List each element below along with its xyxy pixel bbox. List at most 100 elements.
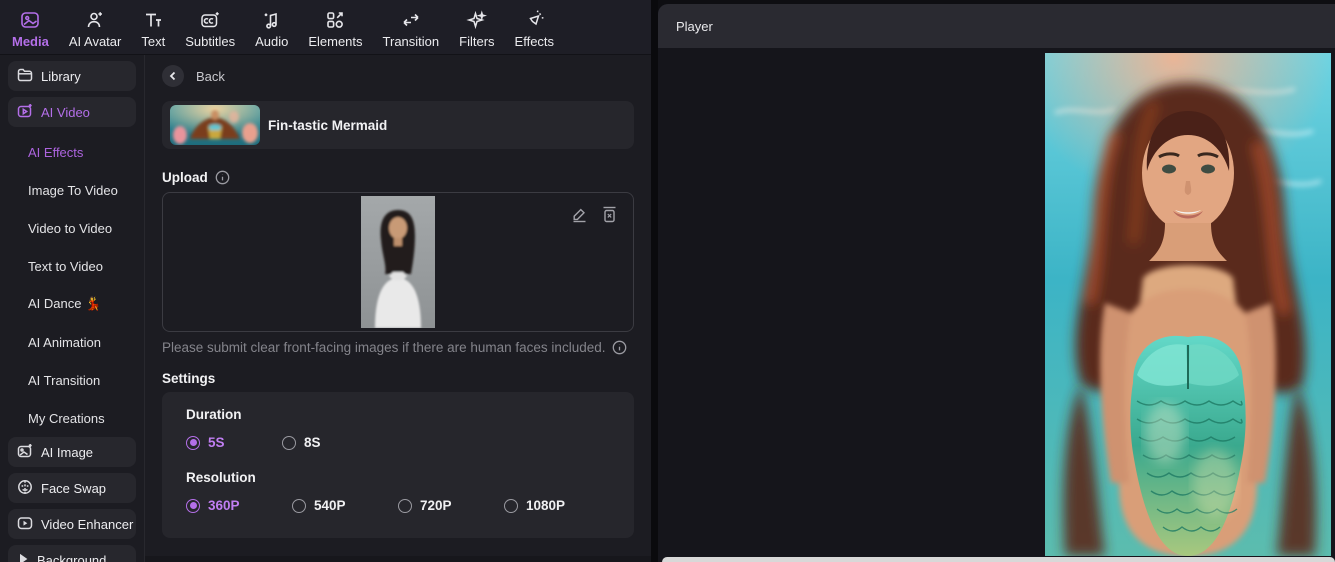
player-panel: Player	[658, 4, 1335, 562]
sidebar-item-background[interactable]: Background	[8, 545, 136, 562]
resolution-option-360p[interactable]: 360P	[186, 498, 292, 513]
info-icon[interactable]	[215, 170, 230, 185]
video-enhancer-icon	[17, 515, 33, 534]
sidebar-item-ai-image[interactable]: AI Image	[8, 437, 136, 467]
face-swap-icon	[17, 479, 33, 498]
radio-unchecked-icon	[282, 436, 296, 450]
player-pane: Player	[658, 0, 1335, 562]
sidebar-item-text-to-video[interactable]: Text to Video	[0, 247, 144, 285]
upload-actions	[571, 206, 618, 223]
tab-label: Transition	[383, 34, 440, 49]
upload-dropzone[interactable]	[162, 192, 634, 332]
text-icon	[142, 9, 164, 31]
subtitles-icon	[199, 9, 221, 31]
tab-label: Effects	[515, 34, 555, 49]
sidebar-item-label: Image To Video	[28, 183, 118, 198]
resolution-label: Resolution	[186, 470, 610, 485]
sidebar-item-label: Text to Video	[28, 259, 103, 274]
player-title: Player	[676, 19, 713, 34]
sidebar-item-ai-animation[interactable]: AI Animation	[0, 323, 144, 361]
resolution-options: 360P 540P 720P 1080P	[186, 498, 610, 513]
tab-label: Filters	[459, 34, 494, 49]
sidebar-item-label: AI Image	[41, 445, 93, 460]
effects-icon	[523, 9, 545, 31]
duration-label: Duration	[186, 407, 610, 422]
resolution-option-1080p[interactable]: 1080P	[504, 498, 610, 513]
radio-unchecked-icon	[398, 499, 412, 513]
video-preview[interactable]	[1045, 53, 1331, 556]
folder-icon	[17, 67, 33, 86]
tab-transition[interactable]: Transition	[373, 0, 450, 54]
delete-icon[interactable]	[601, 206, 618, 223]
sidebar-item-ai-dance[interactable]: AI Dance 💃	[0, 285, 144, 323]
radio-checked-icon	[186, 499, 200, 513]
sidebar-item-label: AI Animation	[28, 335, 101, 350]
upload-header: Upload	[162, 170, 634, 185]
settings-title: Settings	[162, 371, 215, 386]
sidebar-item-label: Face Swap	[41, 481, 106, 496]
tab-ai-avatar[interactable]: AI Avatar	[59, 0, 132, 54]
template-card[interactable]: Fin-tastic Mermaid	[162, 101, 634, 149]
resolution-option-540p[interactable]: 540P	[292, 498, 398, 513]
transition-icon	[400, 9, 422, 31]
tab-text[interactable]: Text	[131, 0, 175, 54]
back-button[interactable]	[162, 65, 184, 87]
sidebar-item-my-creations[interactable]: My Creations	[0, 399, 144, 437]
audio-icon	[261, 9, 283, 31]
duration-options: 5S 8S	[186, 435, 610, 450]
sidebar-item-library[interactable]: Library	[8, 61, 136, 91]
player-header: Player	[658, 4, 1335, 48]
ai-image-icon	[17, 443, 33, 462]
upload-note-row: Please submit clear front-facing images …	[162, 340, 634, 355]
upload-note: Please submit clear front-facing images …	[162, 340, 605, 355]
tab-filters[interactable]: Filters	[449, 0, 504, 54]
media-icon	[19, 9, 41, 31]
sidebar-item-label: AI Video	[41, 105, 90, 120]
tab-media[interactable]: Media	[2, 0, 59, 54]
duration-option-5s[interactable]: 5S	[186, 435, 282, 450]
tab-label: Elements	[308, 34, 362, 49]
edit-icon[interactable]	[571, 206, 588, 223]
elements-icon	[324, 9, 346, 31]
sidebar-item-image-to-video[interactable]: Image To Video	[0, 171, 144, 209]
tab-label: Subtitles	[185, 34, 235, 49]
panel-divider[interactable]	[651, 0, 658, 562]
tab-label: Audio	[255, 34, 288, 49]
main-panel: Back	[145, 55, 651, 562]
tab-label: Text	[141, 34, 165, 49]
tab-audio[interactable]: Audio	[245, 0, 298, 54]
tab-label: Media	[12, 34, 49, 49]
tab-effects[interactable]: Effects	[505, 0, 565, 54]
ai-video-icon	[17, 103, 33, 122]
sidebar: Library AI Video AI Effects	[0, 55, 145, 562]
bottom-toolbar-edge	[662, 557, 1335, 562]
sidebar-item-ai-video[interactable]: AI Video	[8, 97, 136, 127]
sidebar-item-video-to-video[interactable]: Video to Video	[0, 209, 144, 247]
sidebar-item-label: Video Enhancer	[41, 517, 133, 532]
filters-icon	[466, 9, 488, 31]
template-title: Fin-tastic Mermaid	[268, 118, 387, 133]
sidebar-item-face-swap[interactable]: Face Swap	[8, 473, 136, 503]
tab-elements[interactable]: Elements	[298, 0, 372, 54]
back-label: Back	[196, 69, 225, 84]
back-row: Back	[162, 65, 634, 87]
left-pane: Media AI Avatar	[0, 0, 651, 562]
radio-checked-icon	[186, 436, 200, 450]
info-icon[interactable]	[612, 340, 627, 355]
sidebar-item-label: My Creations	[28, 411, 105, 426]
ai-avatar-icon	[84, 9, 106, 31]
sidebar-item-ai-effects[interactable]: AI Effects	[0, 133, 144, 171]
sidebar-item-ai-transition[interactable]: AI Transition	[0, 361, 144, 399]
sidebar-item-label: Video to Video	[28, 221, 112, 236]
sidebar-item-label: AI Effects	[28, 145, 83, 160]
sidebar-item-label: AI Transition	[28, 373, 100, 388]
radio-unchecked-icon	[504, 499, 518, 513]
tab-subtitles[interactable]: Subtitles	[175, 0, 245, 54]
settings-card: Duration 5S 8S Resolution	[162, 392, 634, 538]
settings-header: Settings	[162, 371, 634, 386]
sidebar-item-video-enhancer[interactable]: Video Enhancer	[8, 509, 136, 539]
duration-option-8s[interactable]: 8S	[282, 435, 378, 450]
sidebar-item-label: AI Dance 💃	[28, 296, 101, 312]
left-body: Library AI Video AI Effects	[0, 55, 651, 562]
resolution-option-720p[interactable]: 720P	[398, 498, 504, 513]
